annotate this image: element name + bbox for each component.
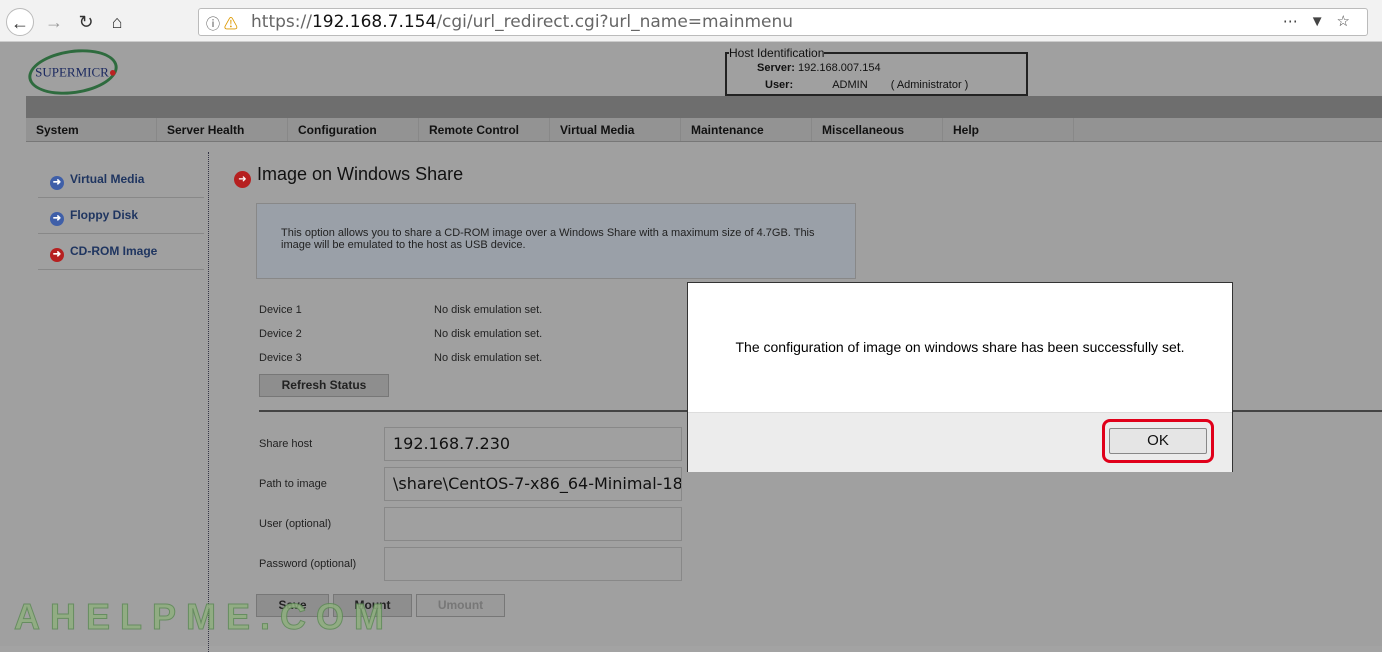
supermicro-logo: SUPERMICR● (25, 43, 121, 101)
share-host-input[interactable]: 192.168.7.230 (384, 427, 682, 461)
arrow-right-icon: ➜ (50, 176, 64, 190)
refresh-status-button[interactable]: Refresh Status (259, 374, 389, 397)
browser-toolbar: ← → ↻ ⌂ https://192.168.7.154/cgi/url_re… (0, 0, 1382, 42)
umount-button[interactable]: Umount (416, 594, 505, 617)
dialog-message: The configuration of image on windows sh… (735, 339, 1185, 355)
share-host-label: Share host (259, 438, 313, 450)
page-actions[interactable]: ⋯▼☆ (1283, 12, 1362, 30)
menu-system[interactable]: System (26, 118, 157, 141)
sidebar-item-label: CD-ROM Image (70, 244, 158, 258)
device-2-status: No disk emulation set. (434, 328, 543, 340)
divider (208, 152, 209, 652)
host-legend: Host Identification (729, 46, 825, 60)
sidebar-item-virtual-media[interactable]: ➜ Virtual Media (38, 162, 204, 198)
page-title-text: Image on Windows Share (257, 164, 464, 184)
device-3-label: Device 3 (259, 352, 302, 364)
server-label: Server: (757, 62, 795, 74)
sidebar-item-label: Virtual Media (70, 172, 145, 186)
sidebar-item-floppy-disk[interactable]: ➜ Floppy Disk (38, 198, 204, 234)
menu-configuration[interactable]: Configuration (288, 118, 419, 141)
site-info-icon[interactable]: ⓘ ⚠ (206, 14, 238, 34)
page-title: ➜ Image on Windows Share (234, 164, 463, 188)
watermark: AHELPME.COM (14, 596, 394, 638)
back-button[interactable]: ← (6, 8, 34, 36)
sidebar-item-cd-rom-image[interactable]: ➜ CD-ROM Image (38, 234, 204, 270)
arrow-right-icon: ➜ (50, 212, 64, 226)
password-input[interactable] (384, 547, 682, 581)
arrow-right-icon: ➜ (50, 248, 64, 262)
path-to-image-input[interactable]: \share\CentOS-7-x86_64-Minimal-18 (384, 467, 682, 501)
server-value: 192.168.007.154 (797, 62, 881, 74)
device-1-status: No disk emulation set. (434, 304, 543, 316)
menu-maintenance[interactable]: Maintenance (681, 118, 812, 141)
menu-miscellaneous[interactable]: Miscellaneous (812, 118, 943, 141)
info-box: This option allows you to share a CD-ROM… (256, 203, 856, 279)
url-bar[interactable]: https://192.168.7.154/cgi/url_redirect.c… (198, 8, 1368, 36)
ok-button[interactable]: OK (1109, 428, 1207, 454)
reload-button[interactable]: ↻ (72, 8, 100, 36)
menu-remote-control[interactable]: Remote Control (419, 118, 550, 141)
sidebar-item-label: Floppy Disk (70, 208, 139, 222)
user-value: ADMIN (832, 79, 868, 91)
user-label: User (optional) (259, 518, 332, 530)
user-input[interactable] (384, 507, 682, 541)
ok-highlight: OK (1102, 419, 1214, 463)
header-bar (26, 96, 1382, 118)
device-2-label: Device 2 (259, 328, 302, 340)
forward-button[interactable]: → (40, 8, 68, 36)
user-role: ( Administrator ) (890, 79, 969, 91)
path-to-image-label: Path to image (259, 478, 327, 490)
user-label: User: (765, 79, 794, 91)
menu-server-health[interactable]: Server Health (157, 118, 288, 141)
home-button[interactable]: ⌂ (103, 8, 131, 36)
password-label: Password (optional) (259, 558, 357, 570)
device-3-status: No disk emulation set. (434, 352, 543, 364)
host-identification: Host Identification Server: 192.168.007.… (725, 46, 1028, 96)
sidebar: ➜ Virtual Media ➜ Floppy Disk ➜ CD-ROM Imag… (38, 162, 204, 270)
menu-help[interactable]: Help (943, 118, 1074, 141)
arrow-right-icon: ➜ (234, 171, 251, 188)
menu-virtual-media[interactable]: Virtual Media (550, 118, 681, 141)
main-menu: System Server Health Configuration Remot… (26, 118, 1382, 142)
device-1-label: Device 1 (259, 304, 302, 316)
